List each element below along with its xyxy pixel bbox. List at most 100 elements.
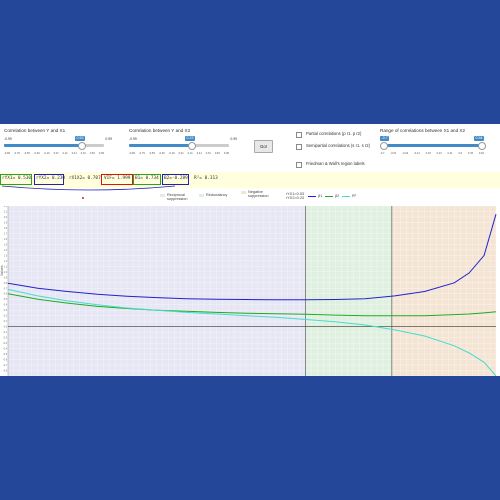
- checkbox[interactable]: [296, 131, 302, 138]
- slider-ticks: -0.99 -0.79 -0.59 -0.39 -0.19 0.01 0.21 …: [4, 152, 104, 155]
- tick-label: -0.99: [4, 152, 10, 155]
- slider-min: -0.99: [4, 137, 12, 141]
- y-tick-label: 1.7: [4, 233, 8, 235]
- y-tick-label: -0.1: [3, 332, 8, 334]
- range-from-value: -0.7: [380, 136, 390, 141]
- tick-label: -0.39: [33, 152, 40, 155]
- option-label: Friedman & Wall's region labels: [306, 161, 365, 166]
- y-tick-label: 1.2: [4, 261, 8, 263]
- option-region-labels[interactable]: Friedman & Wall's region labels: [296, 161, 365, 168]
- slider-title: Correlation between Y and X2: [129, 128, 191, 133]
- tick-label: 0.41: [447, 152, 453, 155]
- tick-label: 0.61: [80, 152, 86, 155]
- legend-label: R²: [352, 194, 357, 198]
- tick-label: -0.14: [413, 152, 420, 155]
- option-label: Semipartial correlations (s r1. s r2): [306, 143, 370, 148]
- range-handle-to[interactable]: [478, 142, 486, 150]
- checkbox[interactable]: [296, 143, 302, 150]
- slider-max: 0.99: [230, 137, 237, 141]
- line-swatch: [342, 195, 350, 197]
- y-tick-label: -0.6: [3, 360, 8, 362]
- slider-y-x2: Correlation between Y and X2 -0.99 0.99 …: [129, 128, 237, 164]
- tick-label: 0.99: [98, 152, 104, 155]
- readout-ryx2: rYX2=0.23: [286, 196, 305, 201]
- y-tick-label: 1.8: [4, 228, 8, 230]
- slider-min: -0.99: [129, 137, 137, 141]
- legend-label: Negative suppression: [248, 190, 269, 199]
- legend-r2: R²: [342, 194, 356, 198]
- tick-label: -0.99: [129, 152, 135, 155]
- tick-label: 0.99: [223, 152, 229, 155]
- tick-label: 0.81: [214, 152, 220, 155]
- legend-beta2: β2: [325, 194, 339, 198]
- tick-label: 0.41: [71, 152, 77, 155]
- range-to-value: 0.94: [474, 136, 484, 141]
- y-tick-label: 0.6: [4, 294, 8, 296]
- legend-negative: Negative suppression: [241, 190, 278, 199]
- checkbox[interactable]: [296, 161, 302, 168]
- go-button[interactable]: Go!: [254, 140, 273, 153]
- slider-track[interactable]: [129, 142, 229, 150]
- tick-label: 0.21: [187, 152, 193, 155]
- y-tick-label: -0.4: [3, 349, 8, 351]
- tick-label: 0.6: [458, 152, 463, 155]
- y-tick-label: -0.7: [3, 365, 8, 367]
- legend-label: Redundancy: [206, 193, 228, 197]
- slider-ticks: -0.99 -0.79 -0.59 -0.39 -0.19 0.01 0.21 …: [129, 152, 229, 155]
- y-tick-label: -0.5: [3, 354, 8, 356]
- option-semipartial[interactable]: Semipartial correlations (s r1. s r2): [296, 143, 374, 150]
- legend-label: β2: [335, 194, 340, 198]
- stat-b1: B1= 0.734: [135, 176, 159, 181]
- y-tick-label: 1.6: [4, 239, 8, 241]
- y-tick-label: 0.7: [4, 288, 8, 290]
- stat-rx1x2: rX1X2= 0.707: [69, 176, 101, 181]
- line-swatch: [308, 195, 316, 197]
- option-partial[interactable]: Partial correlations (p r1. p r2): [296, 131, 378, 138]
- tick-label: 0.01: [178, 152, 184, 155]
- stat-ryx2: rYX2= 0.230: [36, 176, 66, 181]
- slider-track[interactable]: [380, 142, 486, 150]
- tick-label: 0.04: [425, 152, 431, 155]
- app-panel: Correlation between Y and X1 -0.99 0.99 …: [0, 124, 500, 376]
- slider-title: Correlation between Y and X1: [4, 128, 66, 133]
- tick-label: 0.81: [89, 152, 95, 155]
- tick-label: 0.01: [53, 152, 59, 155]
- tick-label: -0.19: [168, 152, 175, 155]
- slider-handle[interactable]: [188, 142, 196, 150]
- legend-label: Reciprocal suppression: [167, 193, 188, 202]
- range-handle-from[interactable]: [380, 142, 388, 150]
- slider-fill: [382, 144, 482, 147]
- legend-beta1: β1: [308, 194, 322, 198]
- y-tick-label: 0.3: [4, 310, 8, 312]
- y-tick-label: -0.3: [3, 343, 8, 345]
- y-tick-label: 0.4: [4, 305, 8, 307]
- y-tick-label: 0.5: [4, 299, 8, 301]
- slider-value: 0.53: [75, 136, 85, 141]
- range-slider-x1-x2: Range of correlations between X1 and X2 …: [380, 128, 490, 164]
- slider-fill: [4, 144, 81, 147]
- slider-title: Range of correlations between X1 and X2: [380, 128, 466, 133]
- tick-label: -0.59: [148, 152, 155, 155]
- line-swatch: [325, 195, 333, 197]
- swatch: [199, 193, 204, 197]
- tick-label: -0.7: [380, 152, 385, 155]
- y-tick-label: 0.8: [4, 283, 8, 285]
- y-tick-label: 1.4: [4, 250, 8, 252]
- slider-handle[interactable]: [78, 142, 86, 150]
- legend-reciprocal: Reciprocal suppression: [160, 193, 197, 202]
- y-tick-label: 1.0: [4, 272, 8, 274]
- region-negative: [391, 206, 496, 376]
- swatch: [160, 193, 165, 197]
- slider-value: 0.23: [185, 136, 195, 141]
- stat-b2: B2=-0.289: [164, 176, 188, 181]
- beta-chart: -0.9-0.8-0.7-0.6-0.5-0.4-0.3-0.2-0.10.00…: [0, 206, 497, 376]
- y-tick-label: -0.2: [3, 338, 8, 340]
- page-background: { "sliders": [ {"title": "Correlation be…: [0, 0, 500, 500]
- y-tick-label: 0.0: [4, 327, 8, 329]
- y-tick-label: 0.2: [4, 316, 8, 318]
- tick-label: -0.79: [13, 152, 20, 155]
- stat-r2: R²= 0.313: [194, 176, 218, 181]
- tick-label: -0.39: [158, 152, 165, 155]
- stat-vif: VIF= 1.999: [104, 176, 131, 181]
- slider-track[interactable]: [4, 142, 104, 150]
